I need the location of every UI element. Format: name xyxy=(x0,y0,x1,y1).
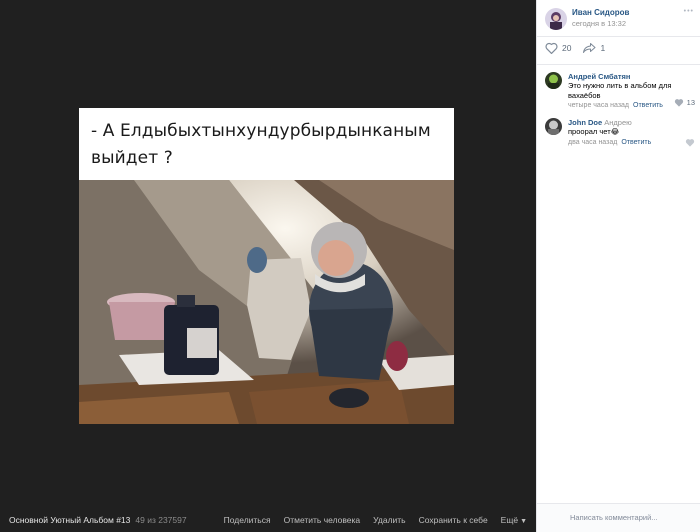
likes-count: 20 xyxy=(562,43,572,53)
comment-item: John Doe Андрею проорал чет😂 два часа на… xyxy=(545,118,695,149)
comment-like-button[interactable]: 13 xyxy=(674,98,695,107)
post-stats: 20 1 xyxy=(545,42,617,54)
chevron-down-icon: ▼ xyxy=(520,518,527,525)
comment-author[interactable]: John Doe xyxy=(568,118,602,127)
comment-like-button[interactable] xyxy=(685,138,695,147)
comment-time[interactable]: четыре часа назад xyxy=(568,102,629,109)
comment-item: Андрей Смбатян Это нужно лить в альбом д… xyxy=(545,72,695,112)
meme-caption-box: - А Елдыбыхтынхундурбырдынканым выйдет ? xyxy=(79,108,454,180)
photo-sidebar: Иван Сидоров сегодня в 13:32 ••• 20 1 Ан… xyxy=(536,0,700,532)
photo-footer: Основной Уютный Альбом #13 49 из 237597 … xyxy=(0,508,536,532)
more-menu-button[interactable]: Ещё ▼ xyxy=(501,515,527,525)
post-time[interactable]: сегодня в 13:32 xyxy=(572,18,629,30)
shares-count: 1 xyxy=(600,43,606,53)
comment-time[interactable]: два часа назад xyxy=(568,139,617,146)
author-avatar[interactable] xyxy=(545,8,567,30)
photo-counter: 49 из 237597 xyxy=(135,515,187,525)
photo[interactable]: - А Елдыбыхтынхундурбырдынканым выйдет ? xyxy=(79,108,454,424)
comment-text: проорал чет😂 xyxy=(568,127,620,136)
post-author: Иван Сидоров сегодня в 13:32 xyxy=(545,8,629,30)
photo-viewer: - А Елдыбыхтынхундурбырдынканым выйдет ? xyxy=(0,0,536,532)
divider xyxy=(537,36,700,37)
heart-icon[interactable] xyxy=(545,42,558,54)
delete-button[interactable]: Удалить xyxy=(373,515,405,525)
more-options-icon[interactable]: ••• xyxy=(684,8,694,15)
heart-icon xyxy=(685,139,695,147)
more-menu-label: Ещё xyxy=(500,515,519,525)
comment-avatar[interactable] xyxy=(545,118,562,135)
share-icon[interactable] xyxy=(583,42,596,54)
reply-button[interactable]: Ответить xyxy=(621,139,651,146)
save-to-me-button[interactable]: Сохранить к себе xyxy=(419,515,488,525)
share-button[interactable]: Поделиться xyxy=(224,515,271,525)
comment-author[interactable]: Андрей Смбатян xyxy=(568,72,694,81)
heart-icon xyxy=(674,99,683,107)
comment-input[interactable]: Написать комментарий... xyxy=(537,503,700,532)
album-title[interactable]: Основной Уютный Альбом #13 xyxy=(9,515,130,525)
comment-reply-to[interactable]: Андрею xyxy=(604,118,632,127)
divider xyxy=(537,64,700,65)
reply-button[interactable]: Ответить xyxy=(633,102,663,109)
photo-actions: Поделиться Отметить человека Удалить Сох… xyxy=(211,515,527,525)
tag-person-button[interactable]: Отметить человека xyxy=(284,515,361,525)
comment-avatar[interactable] xyxy=(545,72,562,89)
comment-likes-count: 13 xyxy=(686,98,695,107)
author-name[interactable]: Иван Сидоров xyxy=(572,8,629,18)
meme-caption: - А Елдыбыхтынхундурбырдынканым выйдет ? xyxy=(91,121,431,168)
photo-image xyxy=(79,180,454,424)
